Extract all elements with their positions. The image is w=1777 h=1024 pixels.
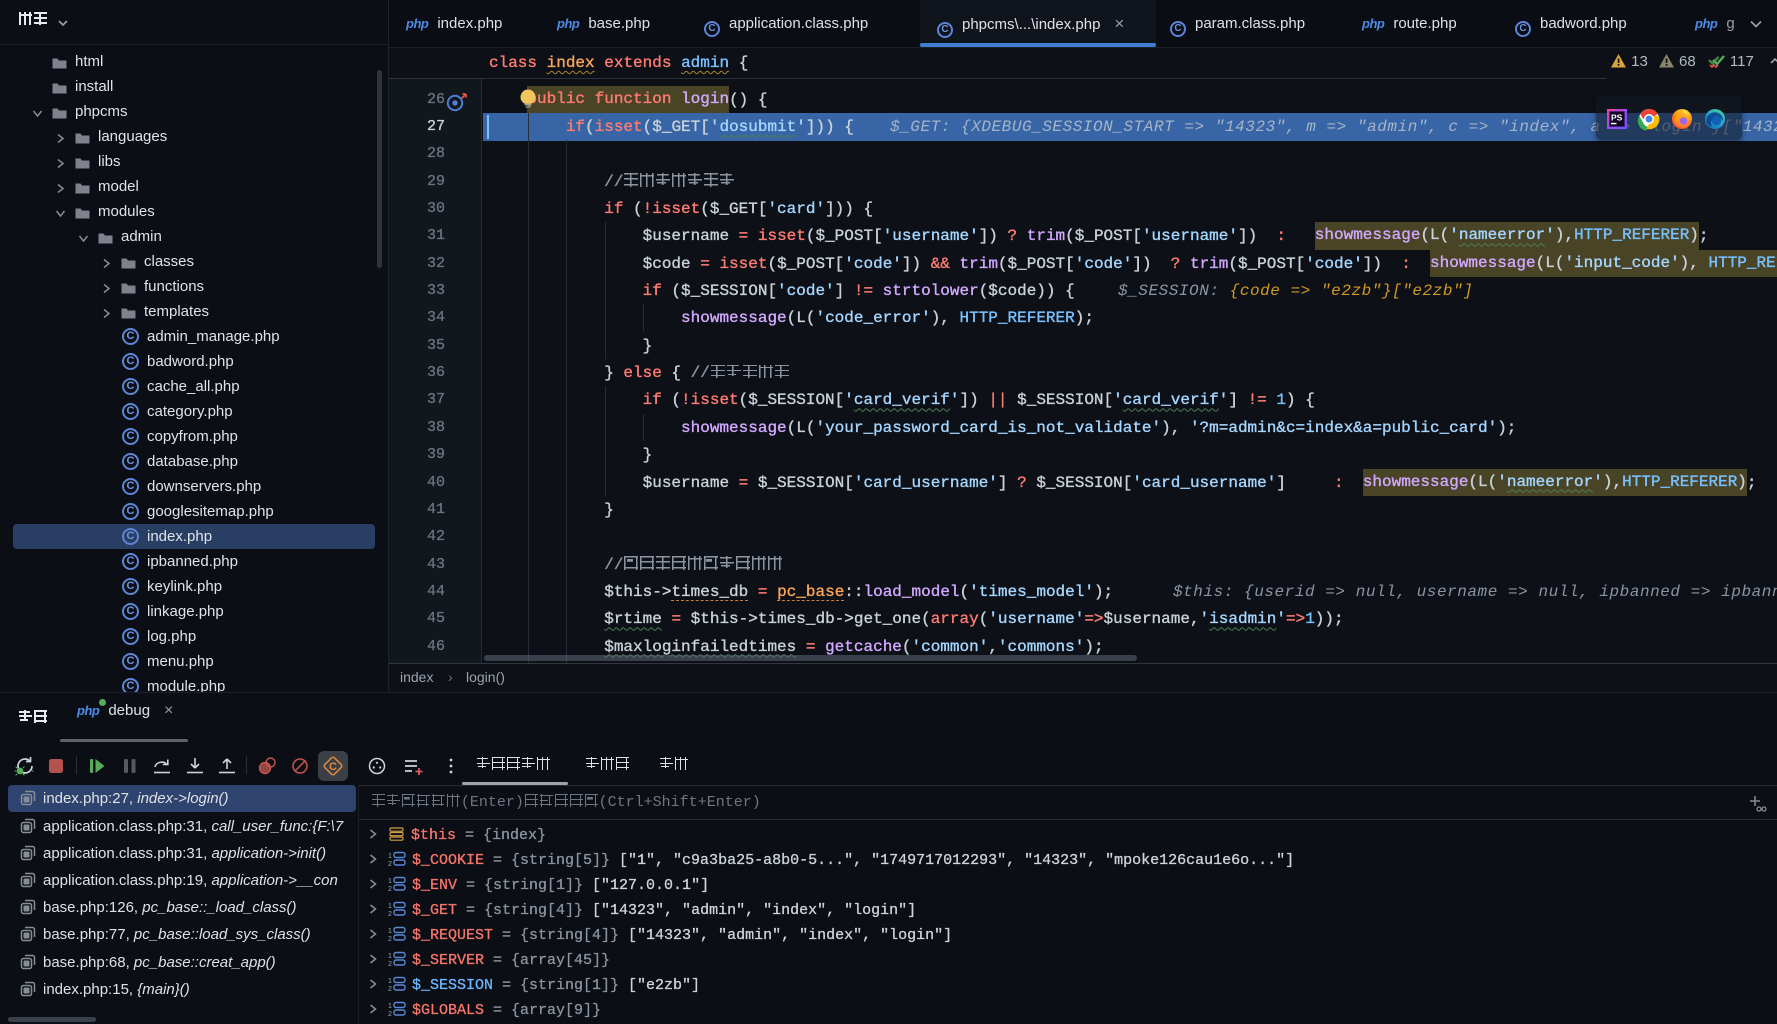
svg-text:1: 1 [388,928,392,935]
svg-text:2: 2 [388,1011,392,1017]
svg-text:2: 2 [388,986,392,992]
svg-text:PS: PS [1611,113,1623,123]
svg-text:2: 2 [388,861,392,867]
svg-text:2: 2 [388,961,392,967]
svg-text:2: 2 [388,936,392,942]
svg-text:1: 1 [388,903,392,910]
svg-text:2: 2 [388,886,392,892]
svg-text:1: 1 [388,853,392,860]
svg-text:1: 1 [388,953,392,960]
svg-text:1: 1 [388,878,392,885]
svg-text:C: C [329,761,337,773]
svg-text:2: 2 [388,911,392,917]
svg-text:1: 1 [388,1003,392,1010]
svg-text:1: 1 [388,978,392,985]
